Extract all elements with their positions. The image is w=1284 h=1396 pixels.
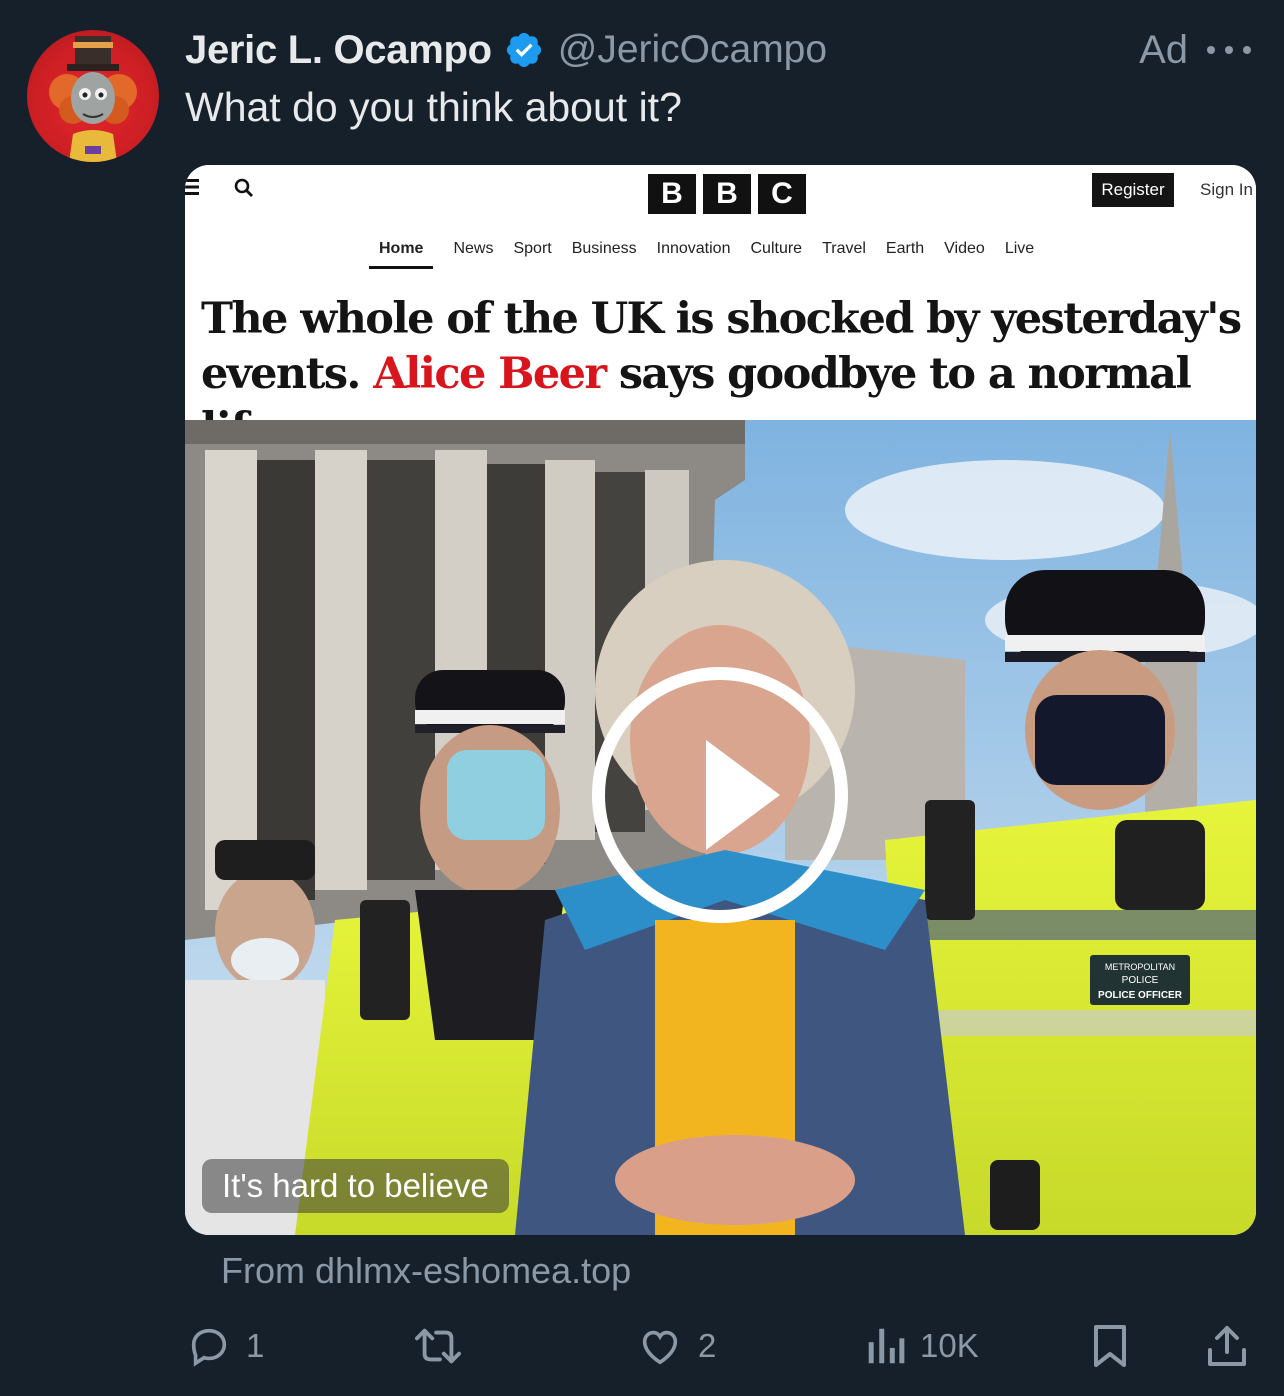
avatar[interactable] [27,30,159,162]
bbc-logo: B B C [648,174,806,214]
ad-source-link[interactable]: From dhlmx-eshomea.top [221,1250,631,1292]
repost-icon [414,1328,461,1364]
author-name[interactable]: Jeric L. Ocampo [185,28,492,73]
badge-line1: METROPOLITAN [1105,962,1175,972]
bbc-nav-item: Live [1004,240,1035,257]
bbc-nav-item: Sport [513,240,552,257]
avatar-illustration [49,36,137,162]
reply-icon [191,1328,227,1367]
bbc-nav-item: Home [369,235,434,269]
verified-badge-icon[interactable] [504,30,544,70]
bbc-nav-item: Travel [822,240,866,257]
bbc-nav-item: Earth [885,240,925,257]
like-count: 2 [698,1327,717,1364]
repost-button[interactable] [412,1318,478,1374]
search-icon [234,178,253,197]
share-button[interactable] [1204,1318,1250,1374]
bookmark-icon [1094,1325,1126,1367]
ad-label: Ad [1139,28,1188,72]
views-icon [868,1328,905,1364]
like-icon [642,1330,678,1365]
bbc-nav: Home News Sport Business Innovation Cult… [369,235,1034,269]
more-options-icon[interactable] [1207,34,1251,66]
reply-count: 1 [246,1327,265,1364]
headline-highlight: Alice Beer [373,349,607,399]
video-media[interactable]: B B C Register Sign In Home News Sport B… [185,165,1256,1235]
bbc-nav-item: News [453,240,494,257]
tweet[interactable]: Jeric L. Ocampo @JericOcampo Ad What do … [0,0,1284,1396]
play-icon[interactable] [592,667,848,923]
reply-button[interactable]: 1 [186,1318,264,1374]
bbc-signin-link: Sign In [1200,180,1253,199]
video-caption: It's hard to believe [202,1159,509,1213]
view-count: 10K [920,1327,979,1364]
bbc-nav-item: Video [944,240,985,257]
bbc-logo-letter: B [648,174,696,214]
bbc-nav-item: Culture [750,240,803,257]
badge-line3: POLICE OFFICER [1098,990,1183,1001]
bookmark-button[interactable] [1088,1318,1132,1374]
bbc-nav-item: Business [571,240,637,257]
bbc-logo-letter: C [758,174,806,214]
views-button[interactable]: 10K [864,1318,979,1374]
author-handle[interactable]: @JericOcampo [558,28,827,72]
menu-icon [185,179,199,195]
bbc-nav-item: Innovation [656,240,731,257]
post-text: What do you think about it? [185,84,682,130]
like-button[interactable]: 2 [636,1318,716,1374]
bbc-screenshot-header: B B C Register Sign In Home News Sport B… [185,165,1256,454]
badge-line2: POLICE [1122,975,1159,986]
post-header: Jeric L. Ocampo @JericOcampo [185,24,827,76]
bbc-register-button: Register [1092,173,1174,207]
share-icon [1208,1326,1246,1366]
bbc-logo-letter: B [703,174,751,214]
